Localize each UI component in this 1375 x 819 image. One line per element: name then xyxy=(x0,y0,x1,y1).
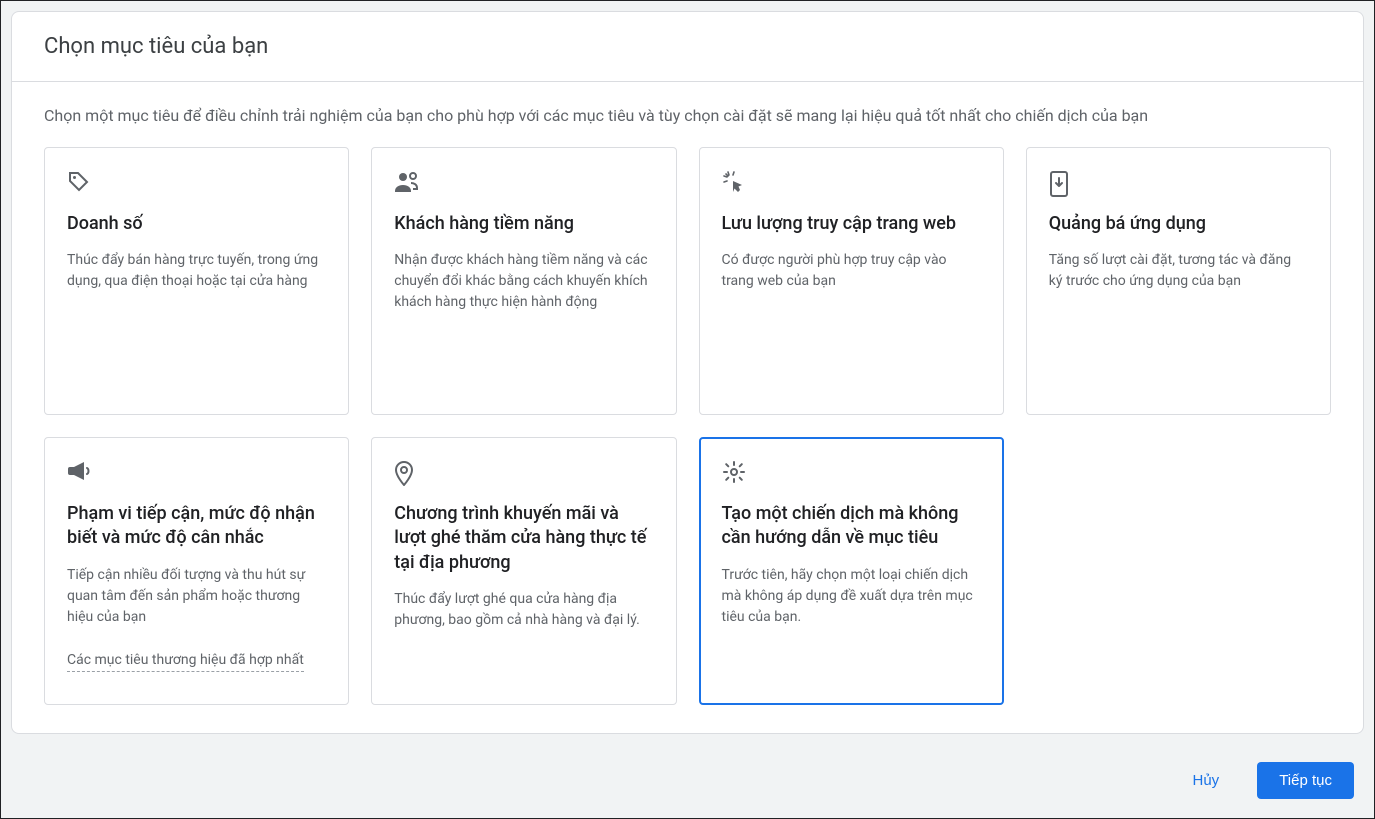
goal-desc: Nhận được khách hàng tiềm năng và các ch… xyxy=(394,250,653,313)
goal-selection-card: Chọn mục tiêu của bạn Chọn một mục tiêu … xyxy=(11,11,1364,734)
tag-icon xyxy=(67,170,326,194)
goal-desc: Thúc đẩy lượt ghé qua cửa hàng địa phươn… xyxy=(394,589,653,631)
goal-desc: Tăng số lượt cài đặt, tương tác và đăng … xyxy=(1049,250,1308,292)
pin-icon xyxy=(394,460,653,484)
goal-card[interactable]: Lưu lượng truy cập trang web Có được ngư… xyxy=(699,147,1004,415)
goal-desc: Trước tiên, hãy chọn một loại chiến dịch… xyxy=(722,565,981,628)
page-title: Chọn mục tiêu của bạn xyxy=(44,34,268,59)
goal-desc: Thúc đẩy bán hàng trực tuyến, trong ứng … xyxy=(67,250,326,292)
goal-card[interactable]: Phạm vi tiếp cận, mức độ nhận biết và mứ… xyxy=(44,437,349,705)
app-download-icon xyxy=(1049,170,1308,194)
goal-grid: Doanh số Thúc đẩy bán hàng trực tuyến, t… xyxy=(44,147,1331,705)
continue-button[interactable]: Tiếp tục xyxy=(1257,762,1354,799)
goal-card[interactable]: Chương trình khuyến mãi và lượt ghé thăm… xyxy=(371,437,676,705)
goal-title: Doanh số xyxy=(67,212,326,236)
goal-title: Phạm vi tiếp cận, mức độ nhận biết và mứ… xyxy=(67,502,326,551)
goal-extra-link[interactable]: Các mục tiêu thương hiệu đã hợp nhất xyxy=(67,650,304,673)
footer: Hủy Tiếp tục xyxy=(11,758,1364,799)
goal-title: Quảng bá ứng dụng xyxy=(1049,212,1308,236)
goal-card[interactable]: Khách hàng tiềm năng Nhận được khách hàn… xyxy=(371,147,676,415)
goal-title: Khách hàng tiềm năng xyxy=(394,212,653,236)
goal-card[interactable]: Doanh số Thúc đẩy bán hàng trực tuyến, t… xyxy=(44,147,349,415)
goal-desc: Có được người phù hợp truy cập vào trang… xyxy=(722,250,981,292)
subtitle: Chọn một mục tiêu để điều chỉnh trải ngh… xyxy=(44,106,1331,125)
cursor-click-icon xyxy=(722,170,981,194)
card-body: Chọn một mục tiêu để điều chỉnh trải ngh… xyxy=(12,82,1363,733)
goal-desc: Tiếp cận nhiều đối tượng và thu hút sự q… xyxy=(67,565,326,628)
goal-title: Tạo một chiến dịch mà không cần hướng dẫ… xyxy=(722,502,981,551)
megaphone-icon xyxy=(67,460,326,484)
card-header: Chọn mục tiêu của bạn xyxy=(12,12,1363,82)
goal-title: Lưu lượng truy cập trang web xyxy=(722,212,981,236)
people-icon xyxy=(394,170,653,194)
goal-title: Chương trình khuyến mãi và lượt ghé thăm… xyxy=(394,502,653,575)
cancel-button[interactable]: Hủy xyxy=(1171,762,1242,799)
gear-icon xyxy=(722,460,981,484)
goal-card[interactable]: Quảng bá ứng dụng Tăng số lượt cài đặt, … xyxy=(1026,147,1331,415)
goal-card[interactable]: Tạo một chiến dịch mà không cần hướng dẫ… xyxy=(699,437,1004,705)
